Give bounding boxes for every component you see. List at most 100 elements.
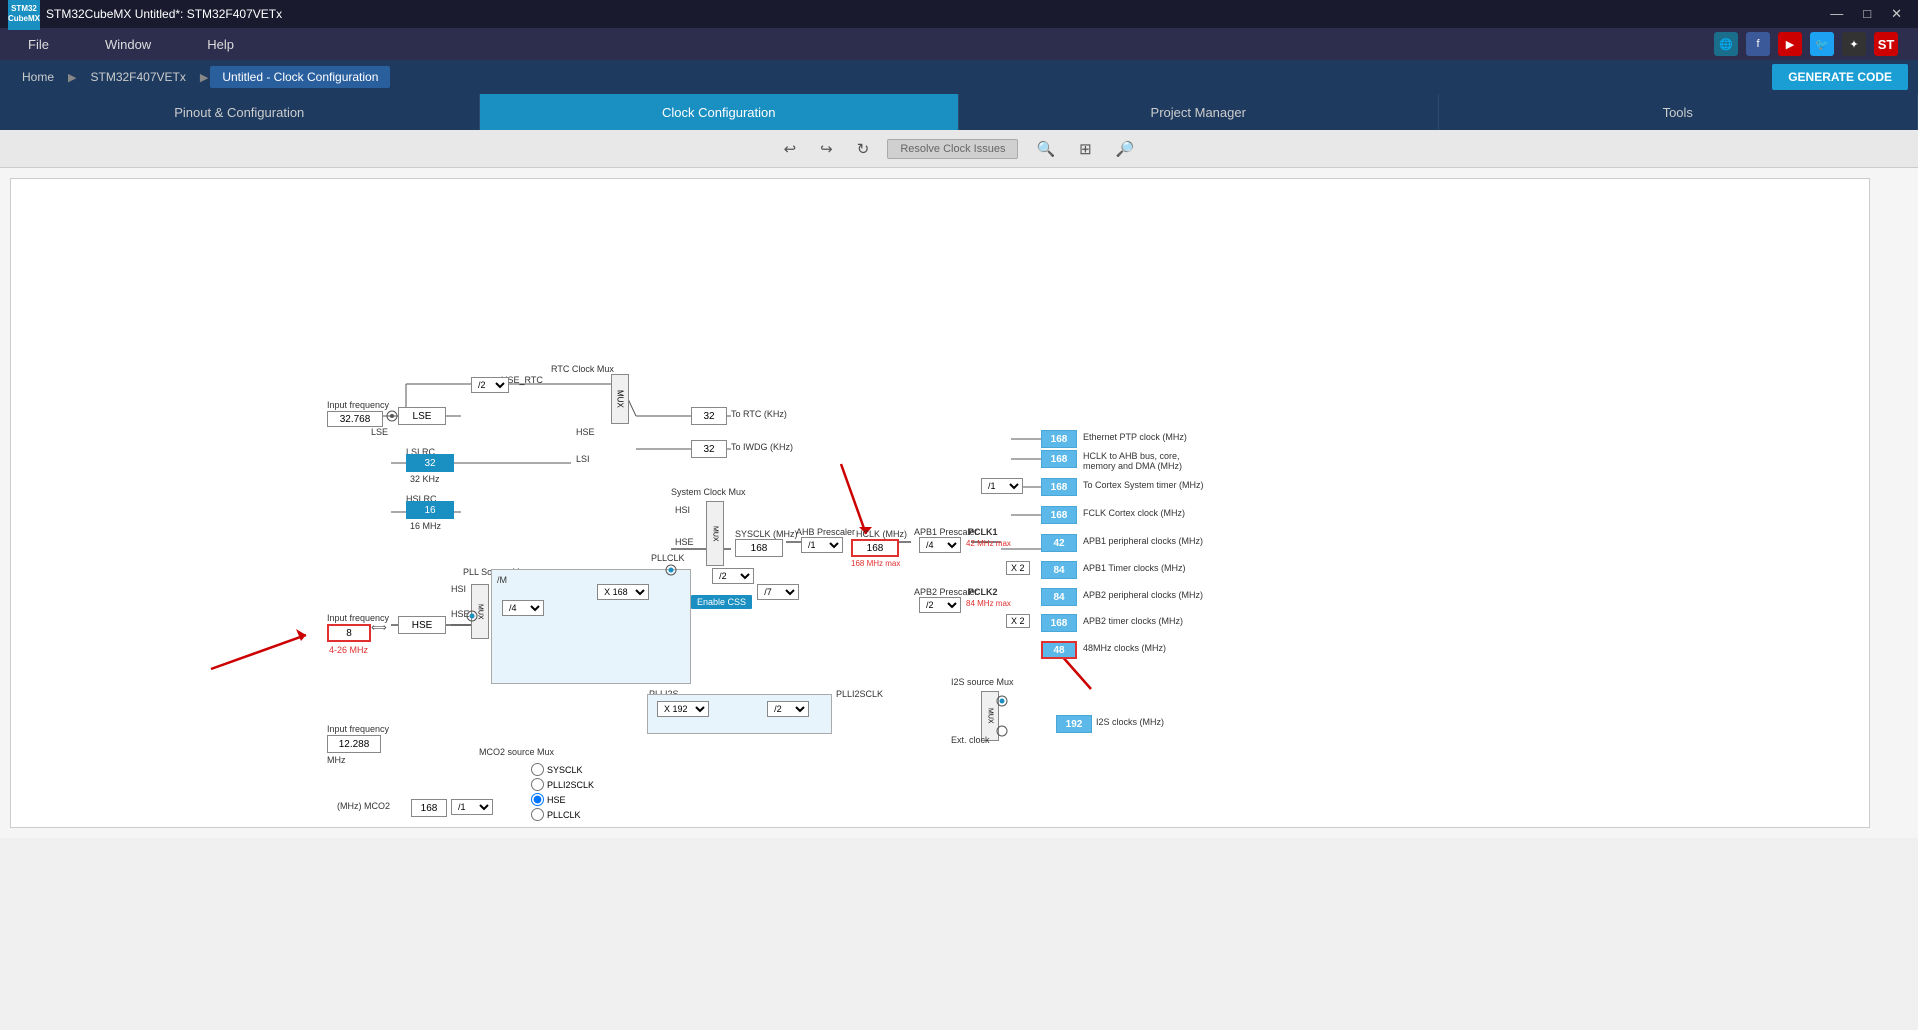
zoom-out-button[interactable]: 🔎	[1110, 137, 1141, 161]
plli2s-n-select[interactable]: X 192X 168	[657, 701, 709, 717]
apb1-timer-val: 84	[1041, 561, 1077, 579]
generate-code-button[interactable]: GENERATE CODE	[1772, 64, 1908, 90]
pll-m-div-select[interactable]: /4/2/6/8	[502, 600, 544, 616]
plli2s-group: X 192X 168 /2/3/4 * N / R	[647, 694, 832, 734]
hsi-rc-box: 16	[406, 501, 454, 519]
ext-clock-label: Ext. clock	[951, 735, 990, 745]
hse-input-val[interactable]: 8	[327, 624, 371, 642]
twitter-icon[interactable]: 🐦	[1810, 32, 1834, 56]
mco2-val: 168	[411, 799, 447, 817]
hsi-rc-sub: 16 MHz	[410, 521, 441, 531]
mco2-hse-radio[interactable]	[531, 793, 544, 806]
refresh-button[interactable]: ↻	[851, 137, 876, 161]
apb1-periph-val: 42	[1041, 534, 1077, 552]
48mhz-val: 48	[1041, 641, 1077, 659]
mco2-pllclk-radio[interactable]	[531, 808, 544, 821]
mco2-pllclk-label: PLLCLK	[547, 810, 581, 820]
resolve-clock-button[interactable]: Resolve Clock Issues	[887, 139, 1018, 159]
mco2-options: SYSCLK PLLI2SCLK HSE PLLCLK	[531, 761, 594, 823]
tab-bar: Pinout & Configuration Clock Configurati…	[0, 94, 1918, 130]
rtc-out-box: 32	[691, 407, 727, 425]
pll-p-div-select[interactable]: /2/4/6/8	[712, 568, 754, 584]
hse-block: HSE	[398, 616, 446, 634]
i2s-source-mux-label: I2S source Mux	[951, 677, 1014, 687]
cortex-timer-val: 168	[1041, 478, 1077, 496]
community-icon[interactable]: ✦	[1842, 32, 1866, 56]
apb1-timer-mul: X 2	[1006, 561, 1030, 575]
tab-clock[interactable]: Clock Configuration	[480, 94, 960, 130]
sysclk-val: 168	[735, 539, 783, 557]
cortex-div-select[interactable]: /1/8	[981, 478, 1023, 494]
enable-css-button[interactable]: Enable CSS	[691, 595, 752, 609]
plli2sclk-label: PLLI2SCLK	[836, 689, 883, 699]
breadcrumb-sep2: ▶	[200, 71, 208, 84]
lse-input-freq-label: Input frequency	[327, 400, 389, 410]
tab-pinout[interactable]: Pinout & Configuration	[0, 94, 480, 130]
menubar: File Window Help 🌐 f ▶ 🐦 ✦ ST	[0, 28, 1918, 60]
hclk-val: 168	[851, 539, 899, 557]
ahb-div-select[interactable]: /1/2/4	[801, 537, 843, 553]
tab-tools[interactable]: Tools	[1439, 94, 1918, 130]
mco2-plli2sclk-label: PLLI2SCLK	[547, 780, 594, 790]
menu-window[interactable]: Window	[97, 33, 159, 56]
minimize-button[interactable]: —	[1822, 4, 1851, 24]
to-iwdg-label: To IWDG (KHz)	[731, 442, 793, 452]
mco2-mhz-label: (MHz) MCO2	[337, 801, 390, 811]
breadcrumb-config[interactable]: Untitled - Clock Configuration	[210, 66, 390, 88]
mco2-plli2sclk-radio[interactable]	[531, 778, 544, 791]
zoom-in-button[interactable]: 🔍	[1030, 137, 1061, 161]
apb2-timer-val: 168	[1041, 614, 1077, 632]
st-icon[interactable]: ST	[1874, 32, 1898, 56]
lsi-rc-sub: 32 KHz	[410, 474, 440, 484]
breadcrumb-home[interactable]: Home	[10, 66, 66, 88]
pll-hse-radio[interactable]	[465, 609, 479, 623]
apb1-div-select[interactable]: /4/2/1/8	[919, 537, 961, 553]
pll-hsi-label: HSI	[451, 584, 466, 594]
eth-ptp-label: Ethernet PTP clock (MHz)	[1083, 432, 1187, 442]
facebook-icon[interactable]: f	[1746, 32, 1770, 56]
hclk-max-label: 168 MHz max	[851, 559, 900, 568]
menu-file[interactable]: File	[20, 33, 57, 56]
pll-group: /M /4/2/6/8 X 168X 192X 336 /2/4/6/8 * N…	[491, 569, 691, 684]
tab-project[interactable]: Project Manager	[959, 94, 1439, 130]
toolbar: ↩ ↪ ↻ Resolve Clock Issues 🔍 ⊞ 🔎	[0, 130, 1918, 168]
youtube-icon[interactable]: ▶	[1778, 32, 1802, 56]
apb2-div-select[interactable]: /2/1/4	[919, 597, 961, 613]
ext-input-freq-label: Input frequency	[327, 724, 389, 734]
sys-hse-label: HSE	[675, 537, 694, 547]
close-button[interactable]: ✕	[1883, 4, 1910, 24]
redo-button[interactable]: ↪	[814, 137, 839, 161]
pll-q-div-select[interactable]: /7/4/6/8	[757, 584, 799, 600]
breadcrumb-device[interactable]: STM32F407VETx	[78, 66, 197, 88]
apb2-periph-val: 84	[1041, 588, 1077, 606]
titlebar-controls: — □ ✕	[1822, 4, 1910, 24]
fclk-val: 168	[1041, 506, 1077, 524]
mco2-div-select[interactable]: /1/2/3	[451, 799, 493, 815]
i2s-ext-radio[interactable]	[995, 724, 1009, 738]
hse-arrows: ⟺	[371, 621, 387, 634]
pllclk-circle	[664, 563, 678, 577]
window-title: STM32CubeMX Untitled*: STM32F407VETx	[46, 7, 282, 21]
sys-hsi-label: HSI	[675, 505, 690, 515]
hse-line-label: HSE	[576, 427, 595, 437]
hclk-ahb-label2: memory and DMA (MHz)	[1083, 461, 1182, 471]
maximize-button[interactable]: □	[1855, 4, 1879, 24]
mco2-mux-label: MCO2 source Mux	[479, 747, 554, 757]
menu-help[interactable]: Help	[199, 33, 242, 56]
to-rtc-label: To RTC (KHz)	[731, 409, 787, 419]
version-icon[interactable]: 🌐	[1714, 32, 1738, 56]
i2s-plli2s-radio[interactable]	[995, 694, 1009, 708]
undo-button[interactable]: ↩	[778, 137, 803, 161]
fit-button[interactable]: ⊞	[1073, 137, 1098, 161]
ext-input-val: 12.288	[327, 735, 381, 753]
hse-rtc-div-select[interactable]: /2/3	[471, 377, 509, 393]
hclk-label: HCLK (MHz)	[856, 529, 907, 539]
diagram-svg	[11, 179, 1869, 827]
pll-n-mul-select[interactable]: X 168X 192X 336	[597, 584, 649, 600]
breadcrumb-sep1: ▶	[68, 71, 76, 84]
plli2s-r-select[interactable]: /2/3/4	[767, 701, 809, 717]
mco2-sysclk-radio[interactable]	[531, 763, 544, 776]
apb1-periph-label: APB1 peripheral clocks (MHz)	[1083, 536, 1203, 546]
lsi-rc-box: 32	[406, 454, 454, 472]
menubar-right: 🌐 f ▶ 🐦 ✦ ST	[1714, 32, 1898, 56]
